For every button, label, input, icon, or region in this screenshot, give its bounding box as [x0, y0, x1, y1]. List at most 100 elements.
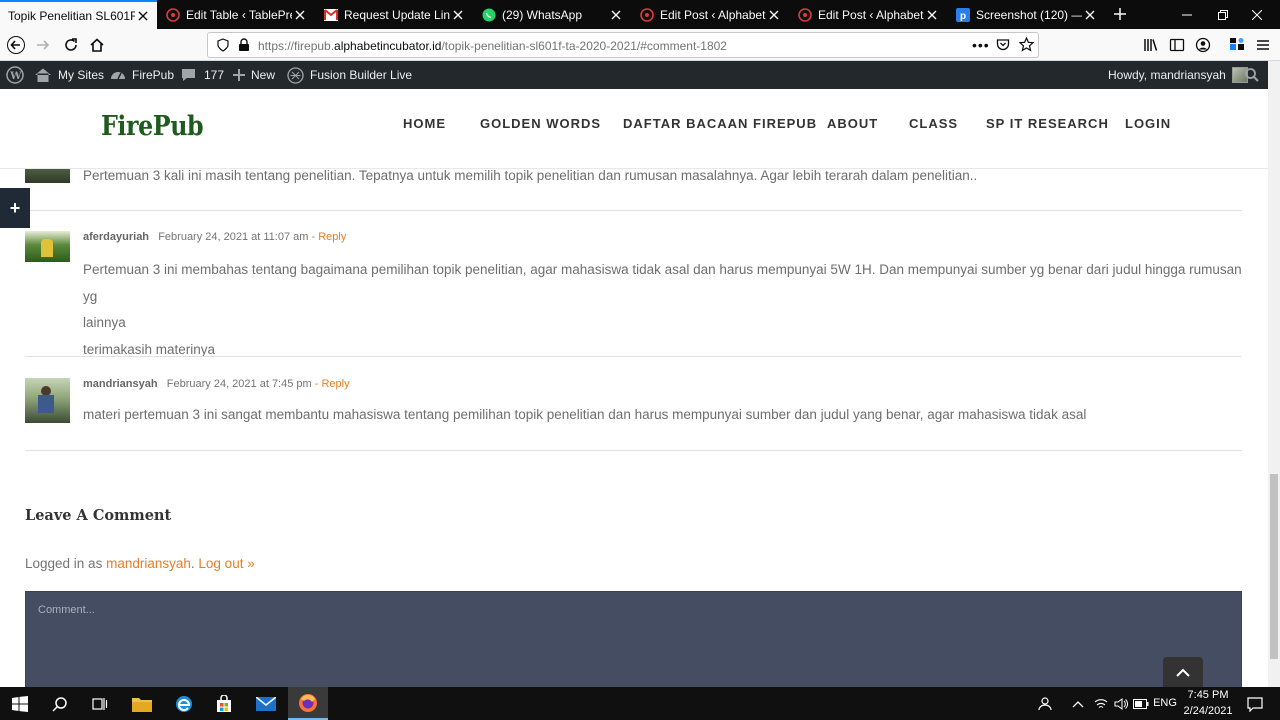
new-tab-button[interactable] [1110, 4, 1130, 24]
windows-taskbar: ENG 7:45 PM 2/24/2021 [0, 687, 1280, 720]
clock-date[interactable]: 2/24/2021 [1178, 705, 1238, 717]
pocket-icon[interactable] [996, 38, 1010, 55]
fusion-builder-icon [287, 66, 304, 84]
tracking-shield-icon[interactable] [216, 38, 230, 55]
browser-tab-bar: Topik Penelitian SL601F TA. 2 Edit Table… [0, 0, 1280, 29]
input-language[interactable]: ENG [1152, 697, 1178, 709]
avatar [25, 378, 70, 423]
nav-class[interactable]: CLASS [909, 116, 958, 131]
nav-home[interactable]: HOME [403, 116, 446, 131]
lock-icon[interactable] [238, 38, 250, 55]
windows-start-icon[interactable] [0, 687, 40, 720]
tab-request-update[interactable]: Request Update Link SK [316, 0, 472, 29]
tab-title: Topik Penelitian SL601F TA. 2 [8, 8, 135, 23]
fusion-sidebar-toggle[interactable]: + [0, 188, 30, 228]
comment-date[interactable]: February 24, 2021 at 7:45 pm [167, 378, 312, 390]
show-hidden-icons-icon[interactable] [1066, 687, 1090, 720]
tab-whatsapp[interactable]: (29) WhatsApp [474, 0, 630, 29]
wordpress-logo-icon[interactable]: W [6, 61, 24, 89]
volume-icon[interactable] [1110, 687, 1132, 720]
edge-icon[interactable] [164, 687, 204, 720]
library-icon[interactable] [1139, 33, 1163, 57]
close-tab-icon[interactable] [450, 7, 466, 23]
close-tab-icon[interactable] [292, 7, 308, 23]
scroll-to-top-button[interactable] [1163, 657, 1203, 687]
close-tab-icon[interactable] [135, 8, 151, 24]
clock-time[interactable]: 7:45 PM [1178, 689, 1238, 701]
tab-title: Edit Post ‹ Alphabet Incu [660, 7, 766, 22]
tab-edit-table[interactable]: Edit Table ‹ TablePress ‹ [158, 0, 314, 29]
account-icon[interactable] [1191, 33, 1215, 57]
logout-link[interactable]: Log out » [198, 556, 254, 571]
tab-edit-post-2[interactable]: Edit Post ‹ Alphabet Incu [790, 0, 946, 29]
chevron-up-icon [1176, 668, 1190, 677]
wordpress-icon [798, 7, 812, 22]
extensions-icon[interactable] [1225, 33, 1249, 57]
svg-text:p: p [960, 11, 966, 22]
url-bar[interactable]: https://firepub.alphabetincubator.id/top… [207, 32, 1039, 58]
reload-icon[interactable] [59, 33, 83, 57]
back-button[interactable] [4, 33, 28, 57]
close-window-button[interactable] [1234, 0, 1280, 29]
nav-daftar-bacaan[interactable]: DAFTAR BACAAN FIREPUB [623, 116, 817, 131]
task-view-icon[interactable] [80, 687, 120, 720]
tab-edit-post-1[interactable]: Edit Post ‹ Alphabet Incu [632, 0, 788, 29]
firefox-icon[interactable] [288, 687, 328, 720]
battery-icon[interactable] [1130, 687, 1152, 720]
people-icon[interactable] [1030, 687, 1060, 720]
close-tab-icon[interactable] [1082, 7, 1098, 23]
nav-golden-words[interactable]: GOLDEN WORDS [480, 116, 601, 131]
page-actions-icon[interactable]: ••• [972, 37, 990, 53]
reply-link[interactable]: - Reply [312, 231, 347, 243]
search-icon[interactable] [1245, 61, 1259, 89]
scrollbar-thumb[interactable] [1270, 474, 1278, 659]
my-sites-menu[interactable]: My Sites [34, 61, 104, 89]
new-content-menu[interactable]: New [233, 61, 275, 89]
nav-sp-it-research[interactable]: SP IT RESEARCH [986, 116, 1109, 131]
comments-menu[interactable]: 177 [181, 61, 224, 89]
forward-button[interactable] [31, 33, 55, 57]
comment-item: mandriansyah February 24, 2021 at 7:45 p… [25, 377, 1242, 437]
bookmark-star-icon[interactable] [1018, 36, 1035, 55]
site-header: FirePub HOME GOLDEN WORDS DAFTAR BACAAN … [0, 89, 1268, 169]
page-scrollbar[interactable] [1268, 61, 1280, 687]
file-explorer-icon[interactable] [122, 687, 162, 720]
comment-textarea[interactable]: Comment... [25, 591, 1242, 687]
nav-login[interactable]: LOGIN [1125, 116, 1171, 131]
wp-admin-bar: W My Sites FirePub 177 New Fusion Builde… [0, 61, 1268, 89]
url-path: /topik-penelitian-sl601f-ta-2020-2021/#c… [441, 39, 727, 53]
comment-meta: aferdayuriah February 24, 2021 at 11:07 … [83, 231, 346, 243]
tab-topik-penelitian[interactable]: Topik Penelitian SL601F TA. 2 [0, 0, 157, 29]
profile-link[interactable]: mandriansyah [106, 556, 191, 571]
hamburger-menu-icon[interactable] [1251, 33, 1275, 57]
sidebar-icon[interactable] [1165, 33, 1189, 57]
wifi-icon[interactable] [1090, 687, 1112, 720]
comment-author[interactable]: aferdayuriah [83, 231, 149, 243]
site-logo[interactable]: FirePub [101, 111, 204, 142]
fusion-builder-live-link[interactable]: Fusion Builder Live [287, 61, 412, 89]
close-tab-icon[interactable] [924, 7, 940, 23]
comment-divider [25, 210, 1242, 211]
reply-link[interactable]: - Reply [315, 378, 350, 390]
nav-about[interactable]: ABOUT [827, 116, 878, 131]
comment-date[interactable]: February 24, 2021 at 11:07 am [158, 231, 308, 243]
mail-icon[interactable] [246, 687, 286, 720]
page-content: Pertemuan 3 kali ini masih tentang penel… [0, 89, 1268, 687]
comment-author[interactable]: mandriansyah [83, 378, 158, 390]
store-icon[interactable] [204, 687, 244, 720]
comment-divider [25, 450, 1242, 451]
logged-in-text: Logged in as mandriansyah. Log out » [25, 556, 255, 571]
close-tab-icon[interactable] [766, 7, 782, 23]
comment-text-line: Pertemuan 3 ini membahas tentang bagaima… [83, 262, 1242, 304]
wordpress-icon [166, 7, 180, 22]
close-tab-icon[interactable] [608, 7, 624, 23]
logged-in-period: . [190, 556, 195, 571]
notifications-icon[interactable] [1240, 687, 1270, 720]
site-name-menu[interactable]: FirePub [110, 61, 174, 89]
search-icon[interactable] [40, 687, 80, 720]
new-label: New [251, 68, 276, 82]
plus-icon [233, 69, 245, 81]
my-account-menu[interactable]: Howdy, mandriansyah [1108, 61, 1248, 89]
home-icon[interactable] [85, 33, 109, 57]
tab-screenshot[interactable]: p Screenshot (120) — Post [948, 0, 1104, 29]
